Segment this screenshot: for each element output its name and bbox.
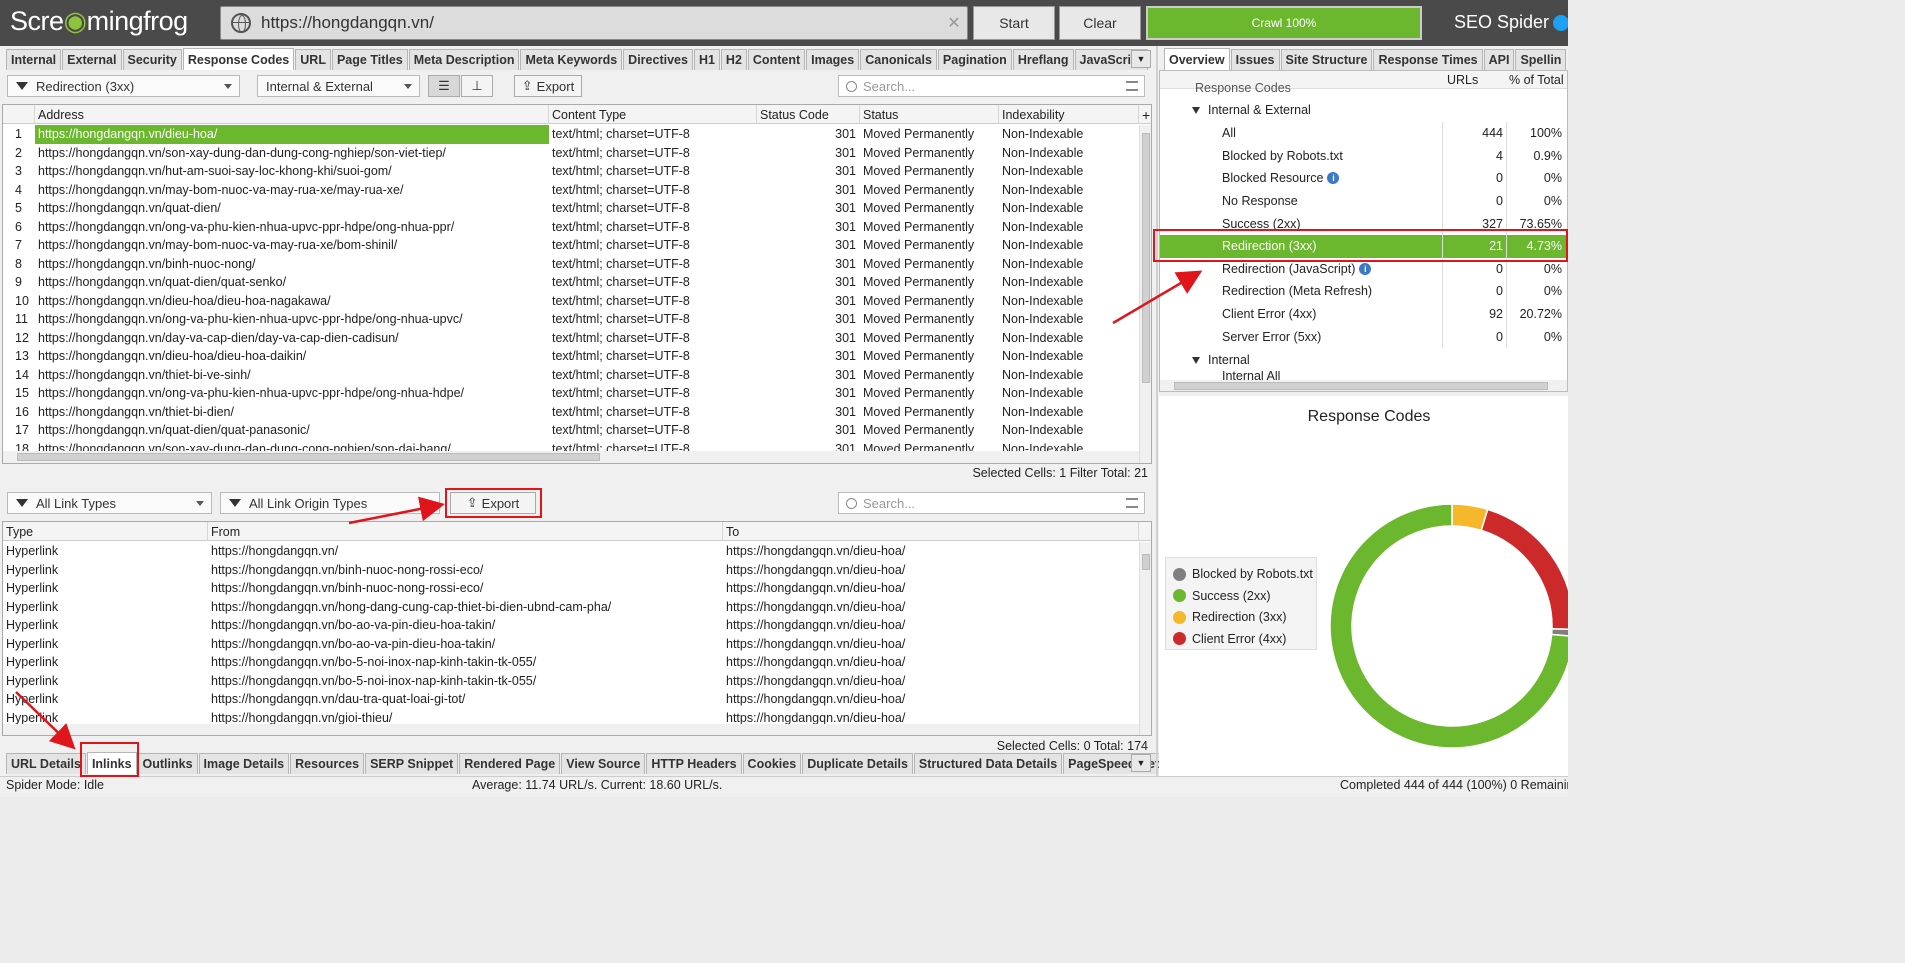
arrow-to-inlinks bbox=[15, 691, 76, 750]
arrow-to-redirection bbox=[1112, 270, 1203, 325]
app-window: Scre◉mingfrog https://hongdangqn.vn/ ✕ S… bbox=[0, 0, 1568, 797]
annotation-arrows bbox=[15, 270, 1203, 750]
arrow-to-export bbox=[348, 496, 445, 525]
